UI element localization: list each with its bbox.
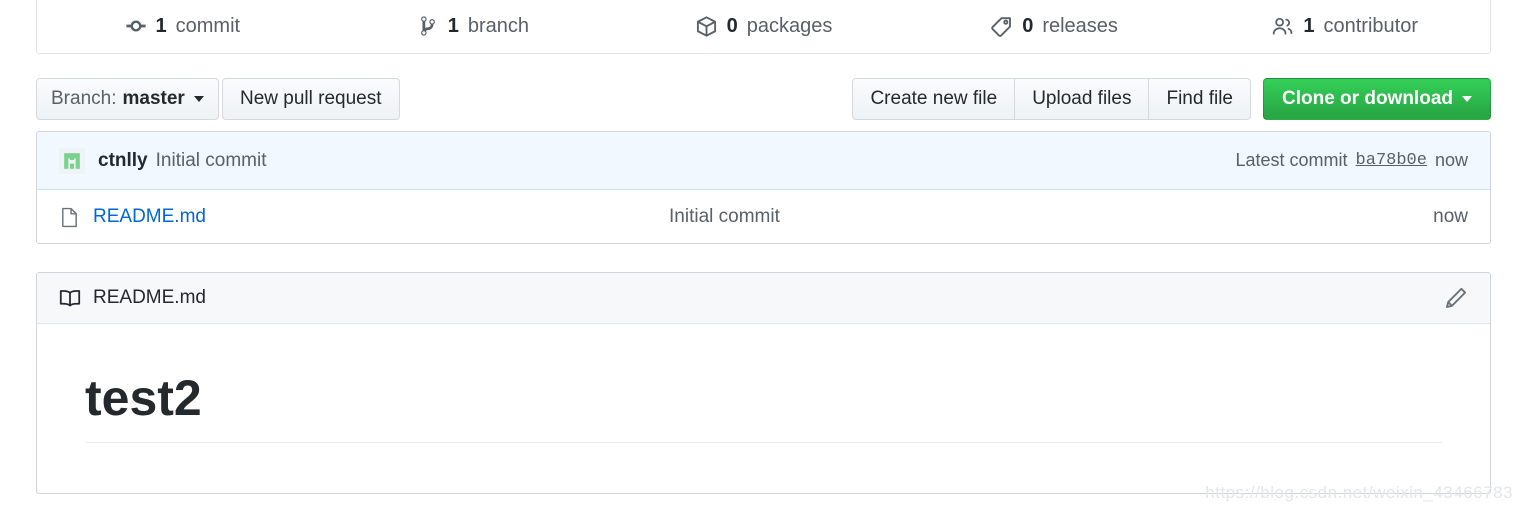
clone-or-download-label: Clone or download xyxy=(1282,88,1453,109)
stat-releases[interactable]: 0 releases xyxy=(909,0,1200,53)
branch-selector-value: master xyxy=(122,88,185,109)
people-icon xyxy=(1271,15,1294,38)
stat-contributors-count: 1 xyxy=(1303,14,1315,37)
stat-packages-count: 0 xyxy=(726,14,738,37)
stat-commits-label: commit xyxy=(175,14,241,37)
file-link-readme[interactable]: README.md xyxy=(93,206,206,228)
new-pull-request-button[interactable]: New pull request xyxy=(222,78,400,120)
tag-icon xyxy=(990,15,1013,38)
repo-actions: Create new file Upload files Find file C… xyxy=(852,78,1491,120)
table-row[interactable]: README.md Initial commit now xyxy=(37,190,1490,243)
stat-branches[interactable]: 1 branch xyxy=(328,0,619,53)
repo-page: 1 commit 1 branch 0 packages 0 releases … xyxy=(0,0,1527,513)
avatar xyxy=(59,147,85,174)
branch-selector-button[interactable]: Branch: master xyxy=(36,78,219,120)
stat-contributors[interactable]: 1 contributor xyxy=(1199,0,1490,53)
file-commit-message: Initial commit xyxy=(669,206,780,227)
readme-header: README.md xyxy=(37,273,1490,324)
pencil-icon[interactable] xyxy=(1444,286,1468,310)
book-icon xyxy=(59,287,81,309)
stat-contributors-label: contributor xyxy=(1323,14,1418,37)
commit-author-link[interactable]: ctnlly xyxy=(98,150,148,172)
stat-commits[interactable]: 1 commit xyxy=(37,0,328,53)
find-file-button[interactable]: Find file xyxy=(1148,78,1251,120)
upload-files-button[interactable]: Upload files xyxy=(1014,78,1150,120)
chevron-down-icon xyxy=(1462,96,1472,102)
readme-panel: README.md test2 xyxy=(36,272,1491,494)
watermark: https://blog.csdn.net/weixin_43466783 xyxy=(1205,483,1513,502)
file-commit-time: now xyxy=(1433,206,1468,227)
readme-heading: test2 xyxy=(85,370,1442,443)
stat-packages[interactable]: 0 packages xyxy=(618,0,909,53)
file-icon xyxy=(59,207,80,228)
branch-selector-label: Branch: xyxy=(51,88,117,109)
readme-title: README.md xyxy=(93,287,206,308)
stat-packages-label: packages xyxy=(746,14,833,37)
repo-toolbar: Branch: master New pull request Create n… xyxy=(36,78,1491,120)
package-icon xyxy=(695,15,718,38)
create-new-file-button[interactable]: Create new file xyxy=(852,78,1016,120)
file-actions-group: Create new file Upload files Find file xyxy=(852,78,1251,120)
latest-commit-bar: ctnlly Initial commit Latest commit ba78… xyxy=(37,132,1490,190)
commit-icon xyxy=(125,15,147,37)
latest-commit-label: Latest commit xyxy=(1235,150,1348,170)
stat-branches-label: branch xyxy=(467,14,530,37)
repo-stats-bar: 1 commit 1 branch 0 packages 0 releases … xyxy=(36,0,1491,54)
chevron-down-icon xyxy=(193,96,204,102)
latest-commit-meta: Latest commit ba78b0e now xyxy=(1236,150,1469,171)
stat-releases-count: 0 xyxy=(1022,14,1034,37)
commit-message: Initial commit xyxy=(155,149,267,171)
file-list-box: ctnlly Initial commit Latest commit ba78… xyxy=(36,131,1491,244)
commit-sha-link[interactable]: ba78b0e xyxy=(1356,151,1427,170)
clone-or-download-button[interactable]: Clone or download xyxy=(1263,78,1491,120)
commit-time: now xyxy=(1434,150,1468,170)
stat-branches-count: 1 xyxy=(447,14,459,37)
stat-releases-label: releases xyxy=(1042,14,1118,37)
readme-body: test2 xyxy=(37,324,1490,443)
file-name-cell: README.md xyxy=(59,206,439,228)
branch-icon xyxy=(417,15,439,37)
stat-commits-count: 1 xyxy=(155,14,167,37)
